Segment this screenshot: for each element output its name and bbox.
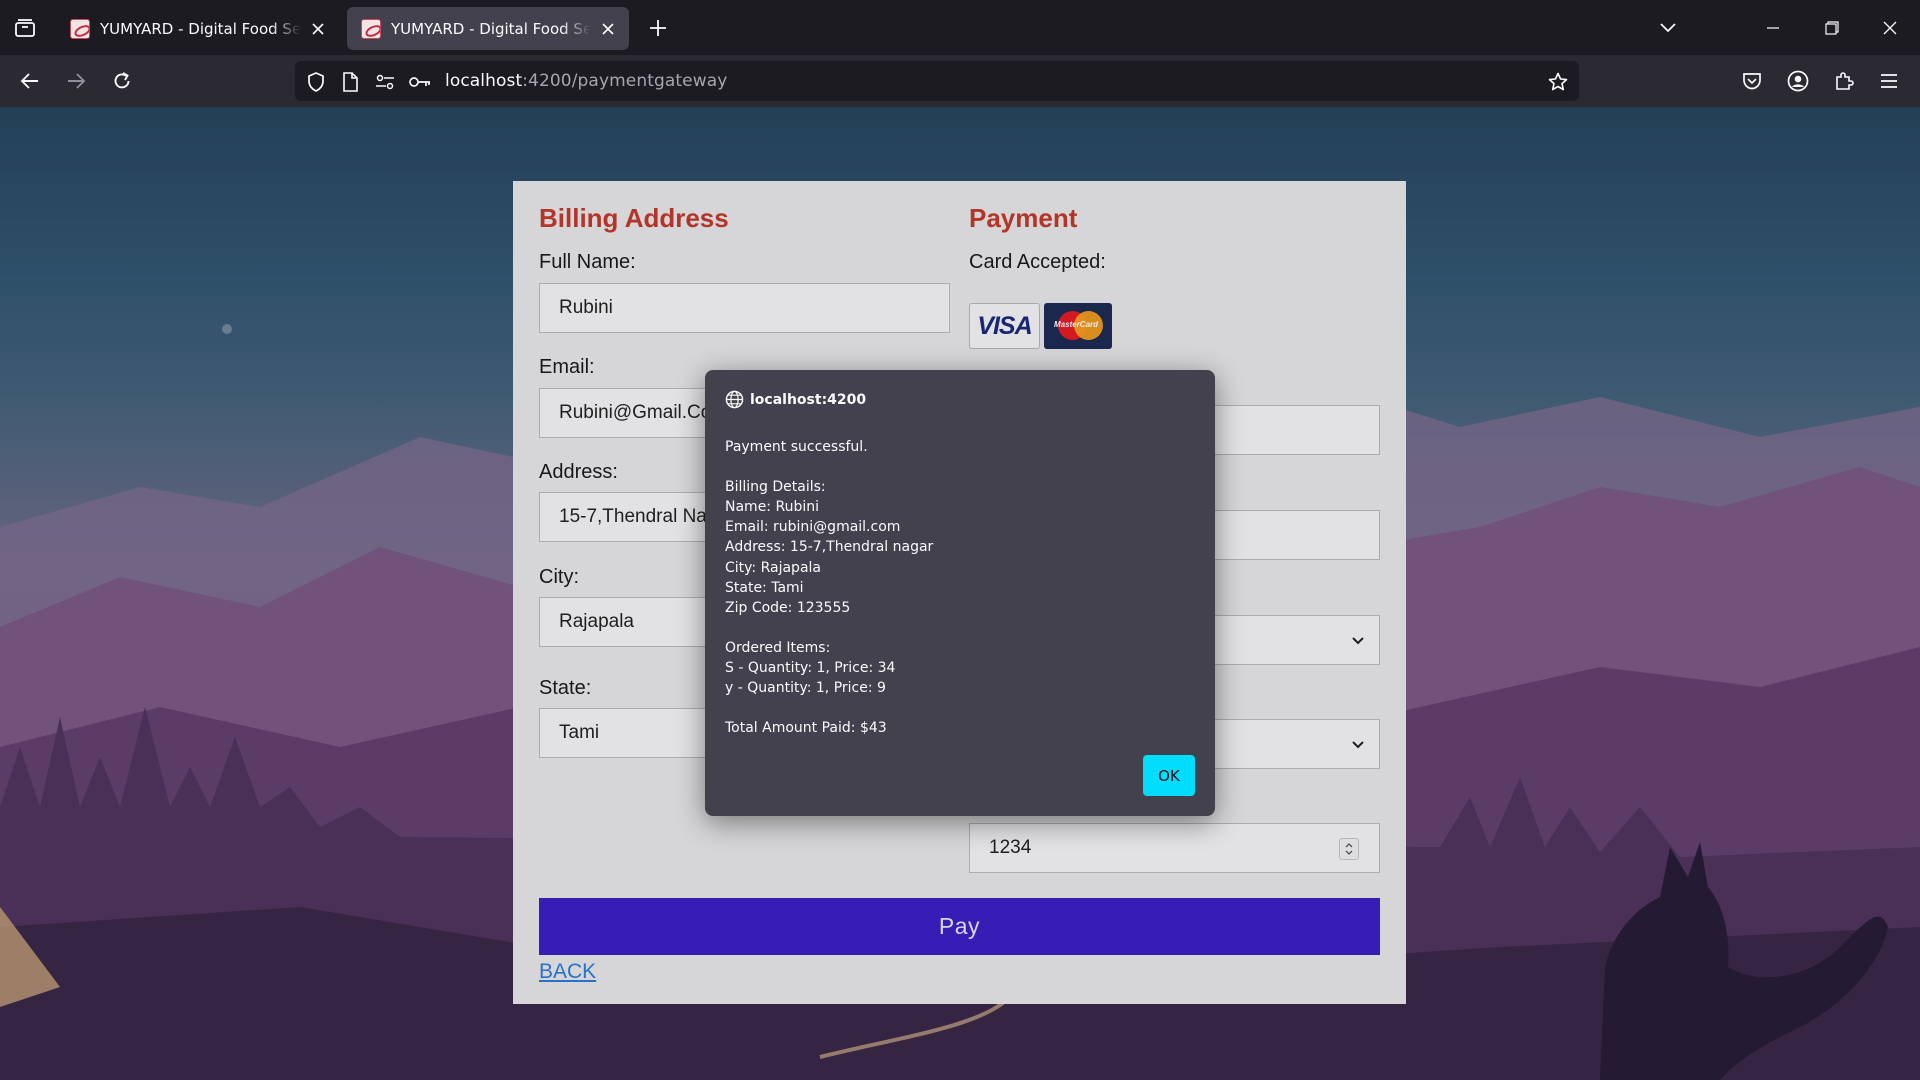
restore-icon[interactable] — [1818, 14, 1846, 42]
globe-icon — [725, 390, 744, 409]
yumyard-favicon-icon — [361, 18, 381, 39]
ok-button[interactable]: OK — [1143, 755, 1195, 796]
dialog-message: Payment successful. Billing Details: Nam… — [725, 439, 934, 737]
menu-hamburger-icon[interactable] — [1875, 67, 1903, 95]
extensions-puzzle-icon[interactable] — [1830, 67, 1858, 95]
page-icon[interactable] — [339, 71, 361, 93]
account-icon[interactable] — [1784, 67, 1812, 95]
shield-icon[interactable] — [305, 71, 327, 93]
url-text[interactable]: localhost:4200/paymentgateway — [445, 71, 727, 91]
alert-dialog: localhost:4200 Payment successful. Billi… — [705, 370, 1215, 816]
new-tab-plus-icon[interactable] — [645, 15, 671, 41]
reload-icon[interactable] — [108, 67, 136, 95]
dialog-header: localhost:4200 — [725, 390, 866, 409]
url-path: :4200/paymentgateway — [522, 71, 728, 91]
yumyard-favicon-icon — [70, 18, 90, 39]
key-icon[interactable] — [409, 71, 431, 93]
tab-title: YUMYARD - Digital Food Service — [100, 19, 301, 38]
browser-tab-1[interactable]: YUMYARD - Digital Food Service — [56, 7, 339, 50]
back-arrow-icon[interactable] — [16, 67, 44, 95]
tab-list-icon[interactable] — [12, 15, 38, 41]
bookmark-star-icon[interactable] — [1547, 71, 1569, 93]
permissions-icon[interactable] — [374, 71, 396, 93]
minimize-icon[interactable] — [1759, 14, 1787, 42]
tab-title: YUMYARD - Digital Food Service — [391, 19, 591, 38]
forward-arrow-icon[interactable] — [62, 67, 90, 95]
list-all-tabs-chevron-icon[interactable] — [1654, 14, 1682, 42]
browser-tab-2[interactable]: YUMYARD - Digital Food Service — [347, 7, 629, 50]
browser-tab-bar: YUMYARD - Digital Food Service YUMYARD -… — [0, 0, 1920, 55]
pocket-icon[interactable] — [1738, 67, 1766, 95]
page-viewport: Billing Address Full Name: Rubini Email:… — [0, 107, 1920, 1080]
close-tab-icon[interactable] — [599, 20, 617, 38]
close-window-icon[interactable] — [1876, 14, 1904, 42]
close-tab-icon[interactable] — [309, 20, 327, 38]
url-bar[interactable]: localhost:4200/paymentgateway — [295, 61, 1579, 101]
browser-nav-bar: localhost:4200/paymentgateway — [0, 55, 1920, 107]
dialog-origin: localhost:4200 — [750, 391, 867, 408]
url-host: localhost — [445, 71, 523, 91]
